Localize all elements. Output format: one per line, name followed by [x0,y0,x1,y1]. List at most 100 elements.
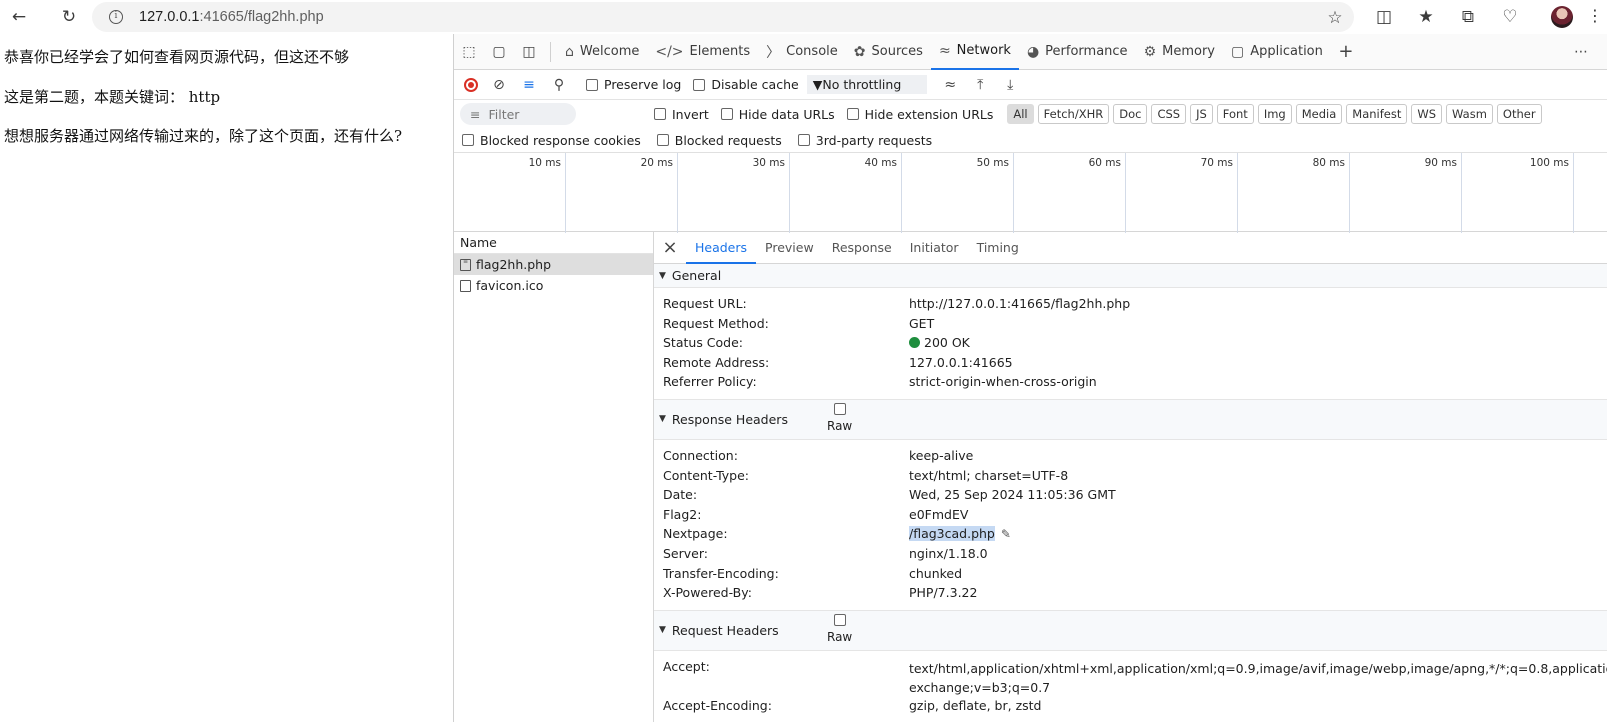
dock-side-icon[interactable]: ◫ [514,37,544,67]
type-filter-wasm[interactable]: Wasm [1446,104,1493,124]
avatar[interactable] [1551,6,1573,28]
collections-icon[interactable]: ⧉ [1454,4,1482,30]
tab-headers[interactable]: Headers [686,232,757,264]
filter-input[interactable]: ≡ Filter [460,103,576,125]
tab-label: Performance [1045,44,1128,59]
tab-response[interactable]: Response [823,232,901,264]
clear-icon[interactable]: ⊘ [484,70,514,100]
type-filter-manifest[interactable]: Manifest [1346,104,1408,124]
tab-welcome[interactable]: ⌂ Welcome [557,34,647,70]
type-filter-font[interactable]: Font [1216,104,1254,124]
network-timeline-overview[interactable]: 10 ms 20 ms 30 ms 40 ms 50 ms 60 ms 70 m… [454,152,1607,233]
favorite-star-icon[interactable]: ☆ [1322,5,1348,31]
header-value[interactable]: http://127.0.0.1:41665/flag2hh.php [909,296,1130,311]
header-row: Flag2: e0FmdEV [654,507,1607,527]
header-row: Request URL: http://127.0.0.1:41665/flag2… [654,296,1607,316]
third-party-checkbox[interactable]: 3rd-party requests [797,133,932,148]
network-conditions-icon[interactable]: ≈ [935,70,965,100]
close-icon[interactable]: × [654,237,686,258]
status-value[interactable]: 200 OK [909,335,970,350]
request-headers-section-header[interactable]: ▼ Request Headers Raw [654,610,1607,651]
search-icon[interactable]: ⚲ [544,70,574,100]
more-tools-icon[interactable]: ⋯ [1566,37,1596,67]
header-value[interactable]: keep-alive [909,448,973,463]
type-filter-doc[interactable]: Doc [1113,104,1148,124]
disable-cache-label: Disable cache [711,77,799,92]
name-column-header[interactable]: Name [454,232,653,254]
invert-checkbox[interactable]: Invert [654,107,709,122]
tab-network[interactable]: ≈ Network [930,34,1019,70]
device-emulation-icon[interactable]: ▢ [484,37,514,67]
tab-initiator[interactable]: Initiator [901,232,968,264]
request-row-flag2hh[interactable]: ≡ flag2hh.php [454,254,653,275]
header-key: Transfer-Encoding: [663,565,779,581]
inspect-icon[interactable]: ⬚ [454,37,484,67]
raw-checkbox[interactable]: Raw [827,613,852,644]
type-filter-fetch-xhr[interactable]: Fetch/XHR [1037,104,1110,124]
wifi-icon: ≈ [938,42,951,59]
raw-checkbox[interactable]: Raw [827,402,852,433]
import-har-icon[interactable]: ⤒ [965,70,995,100]
edit-pencil-icon[interactable]: ✎ [1001,527,1011,541]
request-name: favicon.ico [476,278,544,293]
preserve-log-checkbox[interactable]: Preserve log [586,77,681,92]
header-value[interactable]: Wed, 25 Sep 2024 11:05:36 GMT [909,487,1116,502]
filter-options-icon[interactable]: ≡ [514,70,544,100]
tab-preview[interactable]: Preview [756,232,823,264]
header-row: Transfer-Encoding: chunked [654,566,1607,586]
tab-label: Memory [1162,44,1215,59]
header-value[interactable]: PHP/7.3.22 [909,585,977,600]
header-value[interactable]: e0FmdEV [909,507,968,522]
collapse-triangle-icon: ▼ [659,414,666,425]
timeline-tick: 100 ms [1462,153,1574,233]
browser-essentials-icon[interactable]: ♡ [1496,4,1524,30]
type-filter-js[interactable]: JS [1190,104,1213,124]
disable-cache-checkbox[interactable]: Disable cache [693,77,799,92]
tab-timing[interactable]: Timing [968,232,1028,264]
tab-label: Network [956,43,1011,58]
record-icon[interactable] [464,77,478,92]
type-filter-all[interactable]: All [1007,104,1034,124]
header-value[interactable]: gzip, deflate, br, zstd [909,698,1041,713]
export-har-icon[interactable]: ⤓ [995,70,1025,100]
type-filter-media[interactable]: Media [1295,104,1343,124]
favorites-icon[interactable]: ★ [1412,4,1440,30]
header-value[interactable]: strict-origin-when-cross-origin [909,374,1097,389]
hide-data-urls-checkbox[interactable]: Hide data URLs [720,107,835,122]
tab-elements[interactable]: </> Elements [647,34,758,70]
more-menu-icon[interactable]: ⋮ [1587,6,1603,25]
request-row-favicon[interactable]: favicon.ico [454,275,653,296]
code-icon: </> [655,43,684,60]
back-arrow-icon[interactable]: ← [6,4,32,30]
tab-memory[interactable]: ⚙ Memory [1136,34,1223,70]
reload-icon[interactable]: ↻ [56,4,82,30]
general-section-header[interactable]: ▼ General [654,264,1607,288]
header-value[interactable]: nginx/1.18.0 [909,546,988,561]
tab-sources[interactable]: ✿ Sources [846,34,931,70]
url-text[interactable]: 127.0.0.1:41665/flag2hh.php [139,9,324,25]
type-filter-css[interactable]: CSS [1151,104,1187,124]
tab-performance[interactable]: ◕ Performance [1019,34,1136,70]
blocked-requests-checkbox[interactable]: Blocked requests [656,133,782,148]
header-value[interactable]: chunked [909,566,962,581]
tab-application[interactable]: ▢ Application [1223,34,1331,70]
address-bar[interactable]: i 127.0.0.1:41665/flag2hh.php ☆ [92,2,1354,32]
tab-console[interactable]: 〉 Console [758,34,846,70]
header-value[interactable]: text/html; charset=UTF-8 [909,468,1068,483]
header-value[interactable]: GET [909,316,934,331]
add-tab-plus-icon[interactable]: + [1331,37,1361,67]
split-screen-icon[interactable]: ◫ [1370,4,1398,30]
throttling-select[interactable]: ▼No throttling [806,75,928,94]
type-filter-other[interactable]: Other [1496,104,1542,124]
response-headers-section-header[interactable]: ▼ Response Headers Raw [654,399,1607,440]
header-row: Status Code: 200 OK [654,335,1607,355]
hide-extension-urls-checkbox[interactable]: Hide extension URLs [846,107,993,122]
site-info-icon[interactable]: i [109,10,123,24]
type-filter-img[interactable]: Img [1257,104,1292,124]
selected-text[interactable]: /flag3cad.php [909,526,995,542]
header-value[interactable]: 127.0.0.1:41665 [909,355,1013,370]
type-filter-ws[interactable]: WS [1411,104,1443,124]
nextpage-value[interactable]: /flag3cad.php ✎ [909,526,1011,542]
header-value[interactable]: text/html,application/xhtml+xml,applicat… [909,659,1607,698]
blocked-cookies-checkbox[interactable]: Blocked response cookies [462,133,641,148]
